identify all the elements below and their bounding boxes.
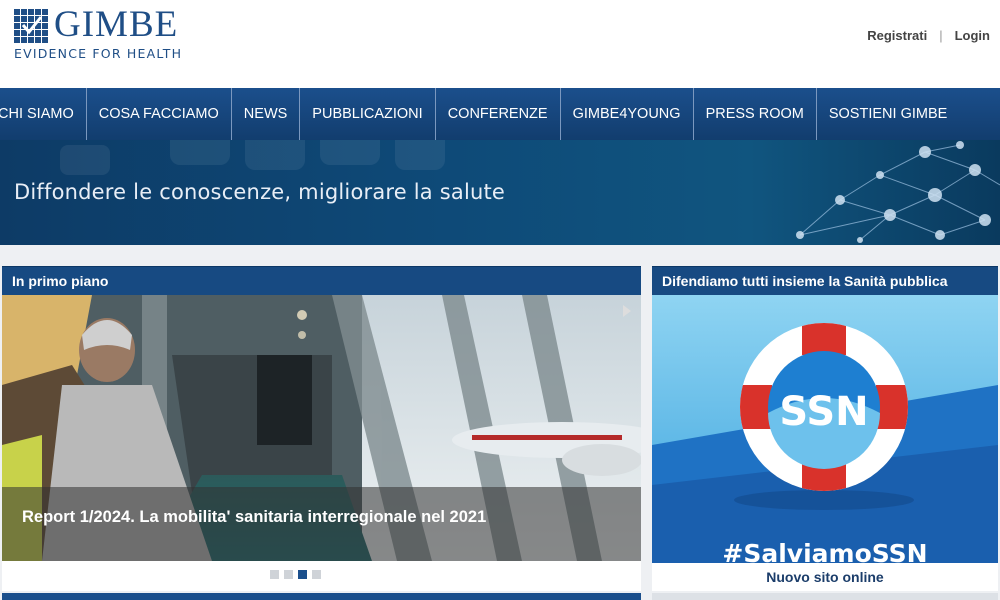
new-site-link[interactable]: Nuovo sito online (652, 569, 998, 585)
gimbe-logo[interactable]: GIMBE EVIDENCE FOR HEALTH (14, 5, 204, 64)
slide-pagination (270, 570, 321, 579)
campaign-panel-title: Difendiamo tutti insieme la Sanità pubbl… (652, 266, 998, 296)
nav-item-chi-siamo[interactable]: CHI SIAMO (0, 88, 87, 140)
next-slide-arrow-icon[interactable] (623, 305, 631, 317)
main-nav: CHI SIAMO COSA FACCIAMO NEWS PUBBLICAZIO… (0, 88, 1000, 140)
featured-slide[interactable]: Report 1/2024. La mobilita' sanitaria in… (2, 295, 641, 561)
lifebuoy-graphic: SSN (652, 295, 998, 563)
slide-dot[interactable] (312, 570, 321, 579)
site-header: GIMBE EVIDENCE FOR HEALTH Registrati | Log… (0, 0, 1000, 88)
slide-dot[interactable] (284, 570, 293, 579)
lifebuoy-label: SSN (779, 389, 868, 435)
register-link[interactable]: Registrati (867, 28, 927, 43)
nav-item-news[interactable]: NEWS (232, 88, 301, 140)
nav-item-pubblicazioni[interactable]: PUBBLICAZIONI (300, 88, 436, 140)
campaign-panel: Difendiamo tutti insieme la Sanità pubbl… (652, 266, 998, 591)
hero-banner: Diffondere le conoscenze, migliorare la … (0, 140, 1000, 245)
nav-item-press-room[interactable]: PRESS ROOM (694, 88, 817, 140)
slide-dot-active[interactable] (298, 570, 307, 579)
slide-dot[interactable] (270, 570, 279, 579)
brand-tagline: EVIDENCE FOR HEALTH (14, 46, 183, 61)
nav-item-sostieni-gimbe[interactable]: SOSTIENI GIMBE (817, 88, 959, 140)
next-section-header (2, 593, 641, 600)
account-separator: | (939, 28, 943, 43)
login-link[interactable]: Login (955, 28, 990, 43)
campaign-hashtag: #SalviamoSSN (722, 539, 928, 563)
slide-caption[interactable]: Report 1/2024. La mobilita' sanitaria in… (22, 508, 486, 527)
next-section-divider (652, 593, 998, 600)
nav-item-cosa-facciamo[interactable]: COSA FACCIAMO (87, 88, 232, 140)
logo-grid-icon (14, 9, 48, 43)
brand-name: GIMBE (54, 4, 179, 45)
salviamo-ssn-banner[interactable]: SSN #SalviamoSSN (652, 295, 998, 563)
nav-item-conferenze[interactable]: CONFERENZE (436, 88, 561, 140)
account-links: Registrati | Login (867, 28, 990, 43)
featured-panel-title: In primo piano (2, 266, 641, 296)
featured-panel: In primo piano Report 1/2024. La mobilit… (2, 266, 641, 591)
banner-slogan: Diffondere le conoscenze, migliorare la … (14, 180, 506, 204)
nav-item-gimbe4young[interactable]: GIMBE4YOUNG (561, 88, 694, 140)
